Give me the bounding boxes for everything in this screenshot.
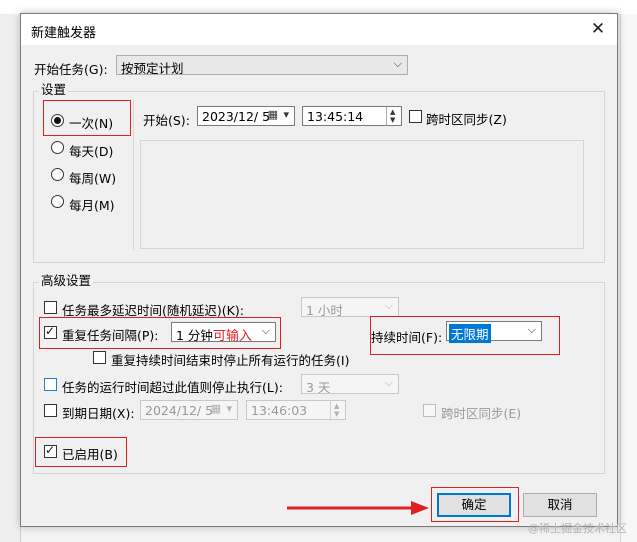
- sync-timezone-label: 跨时区同步(Z): [426, 112, 507, 127]
- enabled-label: 已启用(B): [62, 447, 118, 462]
- start-task-value: 按预定计划: [121, 61, 184, 76]
- expire-time-input[interactable]: 13:46:03 ▲ ▼: [246, 400, 346, 420]
- spin-up-icon: ▲: [334, 402, 340, 410]
- expire-sync-checkbox[interactable]: [423, 404, 436, 417]
- annotation-arrow: [287, 501, 429, 515]
- start-label: 开始(S):: [143, 113, 190, 128]
- expire-time-value: 13:46:03: [251, 403, 308, 418]
- chevron-down-icon: ⌵: [384, 376, 393, 389]
- duration-select[interactable]: 无限期 ⌵: [446, 321, 542, 343]
- radio-daily-label: 每天(D): [69, 144, 114, 159]
- radio-monthly[interactable]: [51, 195, 64, 208]
- start-time-input[interactable]: 13:45:14 ▲ ▼: [302, 106, 402, 126]
- repeat-interval-text: 1 分钟: [176, 328, 213, 343]
- recurrence-details-panel: [140, 140, 584, 249]
- stop-longer-checkbox[interactable]: [44, 378, 57, 391]
- repeat-label: 重复任务间隔(P):: [62, 328, 159, 343]
- stop-longer-value: 3 天: [306, 380, 331, 395]
- advanced-group-title: 高级设置: [39, 270, 94, 289]
- spin-down-icon: ▼: [334, 410, 340, 418]
- stop-longer-select[interactable]: 3 天 ⌵: [301, 374, 399, 395]
- calendar-icon: ▦: [267, 108, 278, 121]
- start-date-picker[interactable]: 2023/12/ 5 ▦ ▾: [197, 106, 295, 126]
- watermark-text: @稀土掘金技术社区: [528, 522, 627, 535]
- background-scroll-edge: [620, 14, 637, 542]
- delay-select[interactable]: 1 小时 ⌵: [301, 297, 399, 318]
- dialog-titlebar: 新建触发器 ✕: [21, 14, 617, 45]
- delay-checkbox[interactable]: [44, 301, 57, 314]
- radio-monthly-label: 每月(M): [69, 198, 115, 213]
- ok-button[interactable]: 确定: [437, 493, 511, 517]
- expire-date-value: 2024/12/ 5: [145, 403, 214, 418]
- repeat-interval-select[interactable]: 1 分钟可输入 ⌵: [171, 322, 276, 344]
- chevron-down-icon: ⌵: [261, 324, 270, 337]
- sync-timezone-checkbox[interactable]: [409, 110, 422, 123]
- annotation-editable-note: 可输入: [212, 329, 252, 344]
- start-task-label: 开始任务(G):: [34, 62, 108, 77]
- repeat-checkbox[interactable]: [44, 324, 57, 339]
- repeat-interval-value: 1 分钟可输入: [176, 325, 252, 344]
- duration-label: 持续时间(F):: [371, 330, 443, 345]
- expire-checkbox[interactable]: [44, 404, 57, 417]
- enabled-checkbox[interactable]: [44, 443, 57, 458]
- start-task-select[interactable]: 按预定计划 ⌵: [116, 55, 408, 76]
- settings-group-title: 设置: [39, 79, 69, 98]
- stop-longer-label: 任务的运行时间超过此值则停止执行(L):: [62, 380, 283, 395]
- time-spinner[interactable]: ▲ ▼: [330, 401, 345, 419]
- chevron-down-icon: ⌵: [393, 57, 402, 70]
- dropdown-arrow-icon: ▾: [283, 108, 289, 121]
- stop-all-checkbox[interactable]: [93, 351, 106, 364]
- spin-up-icon: ▲: [390, 108, 396, 116]
- calendar-icon: ▦: [210, 402, 221, 415]
- chevron-down-icon: ⌵: [384, 299, 393, 312]
- radio-weekly-label: 每周(W): [69, 171, 117, 186]
- time-spinner[interactable]: ▲ ▼: [386, 107, 401, 125]
- settings-divider: [133, 100, 134, 250]
- close-icon[interactable]: ✕: [585, 17, 611, 41]
- duration-value: 无限期: [449, 324, 491, 343]
- radio-daily[interactable]: [51, 141, 64, 154]
- new-trigger-dialog: 新建触发器 ✕ 开始任务(G): 按预定计划 ⌵ 设置 一次(N) 每天(D) …: [20, 13, 618, 527]
- start-time-value: 13:45:14: [307, 109, 364, 124]
- radio-once-label: 一次(N): [69, 116, 114, 131]
- radio-once[interactable]: [51, 114, 64, 127]
- spin-down-icon: ▼: [390, 116, 396, 124]
- dropdown-arrow-icon: ▾: [226, 402, 232, 415]
- chevron-down-icon: ⌵: [527, 323, 536, 336]
- expire-date-picker[interactable]: 2024/12/ 5 ▦ ▾: [140, 400, 238, 420]
- start-date-value: 2023/12/ 5: [202, 109, 271, 124]
- delay-value: 1 小时: [306, 303, 343, 318]
- dialog-title: 新建触发器: [31, 26, 97, 41]
- expire-sync-label: 跨时区同步(E): [441, 406, 522, 421]
- radio-weekly[interactable]: [51, 168, 64, 181]
- stop-all-label: 重复持续时间结束时停止所有运行的任务(I): [111, 353, 350, 368]
- background-sidebar: [0, 14, 21, 542]
- expire-label: 到期日期(X):: [62, 406, 135, 421]
- cancel-button[interactable]: 取消: [523, 493, 597, 517]
